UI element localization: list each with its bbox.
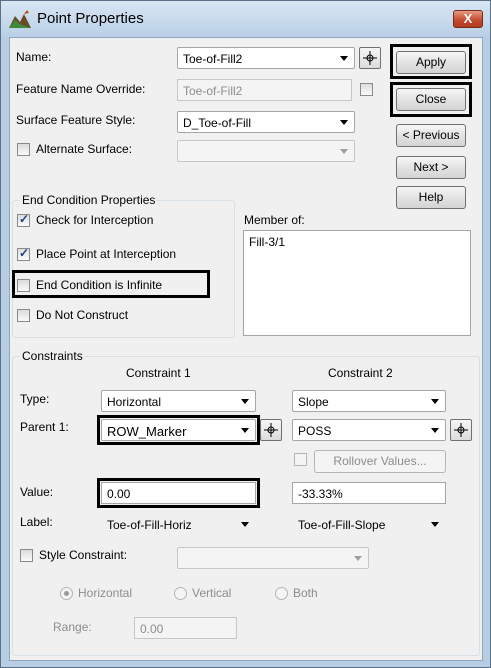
constraint-1-header: Constraint 1 (126, 366, 191, 380)
rollover-values-button[interactable]: Rollover Values... (314, 450, 446, 473)
feature-name-override-field[interactable]: Toe-of-Fill2 (177, 79, 352, 101)
place-point-checkbox[interactable] (17, 246, 30, 261)
chevron-down-icon (340, 149, 348, 154)
constraint-1-type-value: Horizontal (107, 395, 162, 409)
constraint-2-parent-combo[interactable]: POSS (292, 419, 446, 441)
name-combo[interactable]: Toe-of-Fill2 (177, 47, 355, 69)
surface-feature-style-combo[interactable]: D_Toe-of-Fill (177, 111, 355, 133)
apply-highlight (390, 44, 472, 79)
name-label: Name: (16, 50, 52, 64)
vertical-radio[interactable] (174, 587, 187, 600)
title-bar: Point Properties X (1, 1, 490, 37)
close-window-button[interactable]: X (453, 10, 483, 28)
constraint-2-type-value: Slope (298, 395, 329, 409)
next-button[interactable]: Next > (396, 156, 466, 179)
feature-name-override-value: Toe-of-Fill2 (183, 84, 243, 98)
do-not-construct-checkbox[interactable] (17, 309, 30, 322)
crosshair-icon (363, 51, 377, 65)
end-condition-title: End Condition Properties (20, 193, 158, 207)
constraint-2-value: -33.33% (298, 487, 343, 501)
window-title: Point Properties (37, 10, 144, 27)
list-item[interactable]: Fill-3/1 (249, 235, 285, 249)
range-value: 0.00 (140, 622, 164, 636)
chevron-down-icon (340, 120, 348, 125)
member-of-label: Member of: (244, 213, 305, 227)
app-icon (9, 10, 31, 28)
constraint-2-pick-button[interactable] (450, 419, 472, 441)
constraint-2-label-value: Toe-of-Fill-Slope (298, 518, 386, 532)
help-button[interactable]: Help (396, 186, 466, 209)
do-not-construct-label: Do Not Construct (36, 308, 129, 322)
horizontal-radio[interactable] (60, 587, 73, 600)
label-label: Label: (20, 515, 53, 529)
constraint-1-label-combo[interactable]: Toe-of-Fill-Horiz (101, 513, 256, 535)
alternate-surface-combo[interactable] (177, 140, 355, 162)
rollover-checkbox[interactable] (294, 453, 307, 466)
dialog-client-area: Name: Toe-of-Fill2 Feature Name Override… (9, 37, 483, 661)
horizontal-radio-label: Horizontal (78, 586, 133, 600)
member-of-listbox[interactable]: Fill-3/1 (243, 230, 471, 336)
chevron-down-icon (354, 556, 362, 561)
type-label: Type: (20, 392, 50, 406)
chevron-down-icon (340, 56, 348, 61)
value-highlight (97, 478, 260, 508)
close-icon: X (463, 11, 473, 26)
constraint-2-header: Constraint 2 (328, 366, 393, 380)
surface-feature-style-label: Surface Feature Style: (16, 113, 136, 127)
parent-1-label: Parent 1: (20, 420, 69, 434)
chevron-down-icon (431, 399, 439, 404)
constraint-1-label-value: Toe-of-Fill-Horiz (107, 518, 192, 532)
point-properties-window: Point Properties X Name: Toe-of-Fill2 Fe… (0, 0, 491, 668)
constraint-1-type-combo[interactable]: Horizontal (101, 390, 256, 412)
both-radio-label: Both (293, 586, 318, 600)
end-condition-infinite-highlight (12, 270, 210, 298)
alternate-surface-checkbox[interactable] (17, 143, 30, 156)
style-constraint-checkbox[interactable] (20, 549, 33, 562)
constraints-title: Constraints (20, 349, 85, 363)
vertical-radio-label: Vertical (192, 586, 232, 600)
chevron-down-icon (431, 522, 439, 527)
chevron-down-icon (241, 522, 249, 527)
crosshair-icon (264, 423, 278, 437)
chevron-down-icon (241, 399, 249, 404)
close-highlight (390, 82, 472, 117)
style-constraint-combo[interactable] (177, 547, 369, 569)
surface-feature-style-value: D_Toe-of-Fill (183, 116, 252, 130)
check-interception-checkbox[interactable] (17, 212, 30, 227)
constraint-2-parent-value: POSS (298, 424, 332, 438)
both-radio[interactable] (275, 587, 288, 600)
previous-button[interactable]: < Previous (396, 124, 466, 147)
range-label: Range: (53, 620, 92, 634)
value-label: Value: (20, 485, 54, 499)
constraint-2-type-combo[interactable]: Slope (292, 390, 446, 412)
name-pick-button[interactable] (359, 47, 381, 69)
parent-1-highlight (97, 415, 260, 445)
style-constraint-label: Style Constraint: (39, 548, 128, 562)
constraint-1-pick-button[interactable] (260, 419, 282, 441)
place-point-label: Place Point at Interception (36, 247, 177, 261)
feature-name-override-checkbox[interactable] (360, 83, 373, 96)
name-value: Toe-of-Fill2 (183, 52, 243, 66)
chevron-down-icon (431, 428, 439, 433)
crosshair-icon (454, 423, 468, 437)
constraint-2-value-field[interactable]: -33.33% (292, 482, 446, 504)
constraint-2-label-combo[interactable]: Toe-of-Fill-Slope (292, 513, 446, 535)
check-interception-label: Check for Interception (36, 213, 154, 227)
range-field[interactable]: 0.00 (134, 617, 237, 639)
alternate-surface-label: Alternate Surface: (36, 142, 133, 156)
feature-name-override-label: Feature Name Override: (16, 82, 146, 96)
